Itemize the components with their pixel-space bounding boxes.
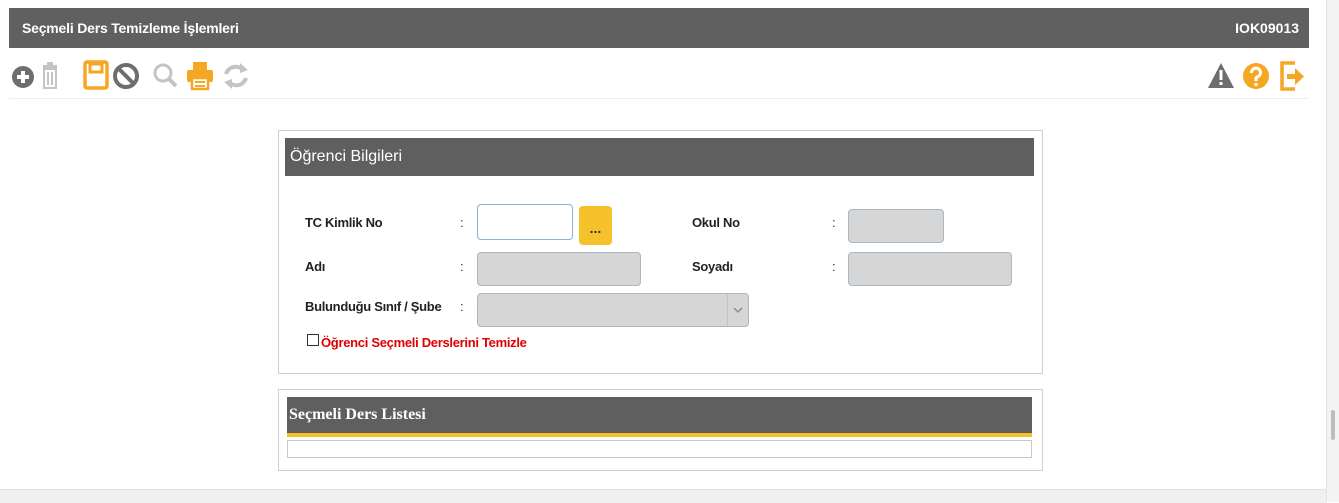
scrollbar-thumb[interactable] xyxy=(1331,410,1335,440)
student-info-title: Öğrenci Bilgileri xyxy=(290,148,403,165)
sinif-sube-label: Bulunduğu Sınıf / Şube xyxy=(305,299,442,314)
clear-electives-label[interactable]: Öğrenci Seçmeli Derslerini Temizle xyxy=(321,335,527,350)
cancel-icon[interactable] xyxy=(109,58,143,94)
okul-no-colon: : xyxy=(832,215,836,230)
page-title: Seçmeli Ders Temizleme İşlemleri xyxy=(22,20,239,36)
soyadi-input[interactable] xyxy=(848,252,1012,286)
top-strip xyxy=(0,0,1327,8)
tc-kimlik-input[interactable] xyxy=(477,204,573,240)
refresh-icon[interactable] xyxy=(219,58,253,94)
vertical-scrollbar[interactable] xyxy=(1326,0,1339,502)
elective-list-title: Seçmeli Ders Listesi xyxy=(289,406,426,423)
soyadi-colon: : xyxy=(832,259,836,274)
search-icon[interactable] xyxy=(149,58,183,94)
okul-no-input[interactable] xyxy=(848,209,944,243)
elective-list-grid xyxy=(287,440,1032,458)
exit-icon[interactable] xyxy=(1275,58,1309,94)
adi-input[interactable] xyxy=(477,252,641,286)
help-icon[interactable] xyxy=(1239,58,1273,94)
sinif-sube-colon: : xyxy=(460,299,464,314)
print-icon[interactable] xyxy=(183,58,217,94)
elective-list-header: Seçmeli Ders Listesi xyxy=(287,397,1032,437)
adi-colon: : xyxy=(460,259,464,274)
soyadi-label: Soyadı xyxy=(692,259,733,274)
tc-label: TC Kimlik No xyxy=(305,215,383,230)
okul-no-label: Okul No xyxy=(692,215,740,230)
title-bar: Seçmeli Ders Temizleme İşlemleri IOK0901… xyxy=(9,8,1309,48)
student-info-panel: Öğrenci Bilgileri TC Kimlik No : ... Oku… xyxy=(278,130,1043,374)
sinif-sube-select[interactable] xyxy=(477,293,749,327)
chevron-down-icon[interactable] xyxy=(727,294,748,326)
screen-code: IOK09013 xyxy=(1235,20,1299,36)
save-icon[interactable] xyxy=(79,58,113,94)
student-lookup-button[interactable]: ... xyxy=(579,206,612,245)
delete-icon[interactable] xyxy=(35,58,69,94)
warning-icon[interactable] xyxy=(1204,58,1238,94)
clear-electives-checkbox[interactable] xyxy=(307,334,319,346)
toolbar xyxy=(9,58,1309,99)
elective-list-panel: Seçmeli Ders Listesi xyxy=(278,389,1043,471)
student-info-header: Öğrenci Bilgileri xyxy=(285,138,1034,176)
adi-label: Adı xyxy=(305,259,326,274)
tc-colon: : xyxy=(460,215,464,230)
footer-band xyxy=(0,489,1327,503)
